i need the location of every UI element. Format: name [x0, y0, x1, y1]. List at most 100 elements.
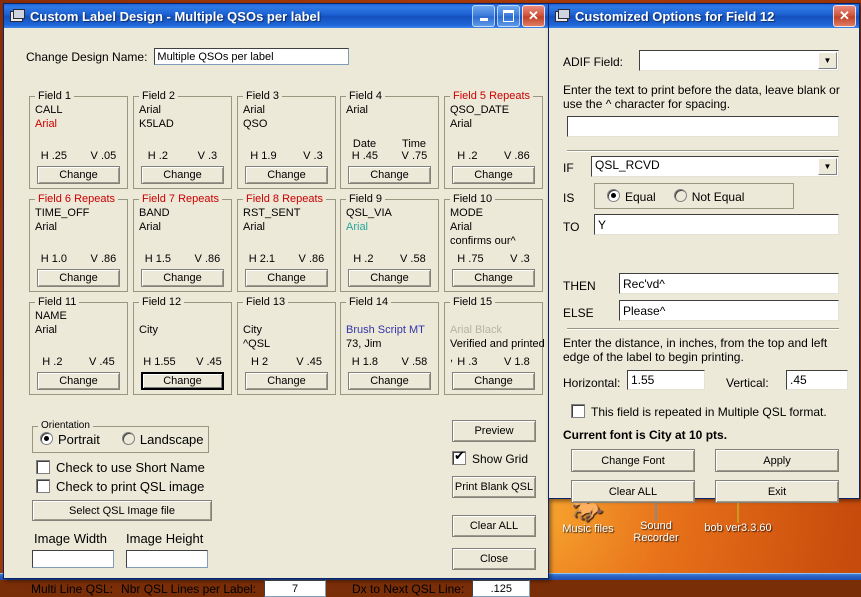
- checkbox-checked-icon: [452, 449, 466, 465]
- field-vertical-value: V .86: [194, 253, 221, 265]
- field-group-4: Field 4 Arial Date Time H .45 V .75 Change: [340, 90, 439, 189]
- radio-equal[interactable]: Equal: [607, 188, 656, 204]
- exit-button[interactable]: Exit: [715, 480, 839, 503]
- field-horizontal-value: H 1.8: [351, 356, 379, 368]
- qsl-image-checkbox[interactable]: Check to print QSL image: [36, 479, 204, 494]
- field-change-button-8[interactable]: Change: [245, 269, 328, 287]
- dx-input[interactable]: [472, 580, 531, 597]
- field-position-values: H 1.5 V .86: [133, 253, 232, 265]
- field-change-button-3[interactable]: Change: [245, 166, 328, 184]
- field-horizontal-value: H .2: [353, 253, 374, 265]
- desktop-icon-label: Sound Recorder: [633, 520, 679, 544]
- short-name-checkbox[interactable]: Check to use Short Name: [36, 460, 205, 475]
- field-change-button-1[interactable]: Change: [37, 166, 120, 184]
- field-position-values: H 2 V .45: [237, 356, 336, 368]
- field-horizontal-value: H .2: [147, 150, 168, 162]
- design-name-input[interactable]: [154, 48, 350, 65]
- field-font-name: Brush Script MT: [346, 324, 425, 336]
- options-clear-all-button[interactable]: Clear ALL: [571, 480, 695, 503]
- options-titlebar[interactable]: Customized Options for Field 12 ✕: [549, 4, 859, 28]
- show-grid-checkbox[interactable]: Show Grid: [452, 449, 528, 466]
- field-position-values: H 1.55 V .45: [133, 356, 232, 368]
- field-adif-name: QSO_DATE: [450, 104, 510, 116]
- radio-portrait-label: Portrait: [58, 432, 100, 447]
- print-blank-qsl-button[interactable]: Print Blank QSL: [452, 476, 536, 498]
- field-adif-name: Arial: [346, 104, 369, 116]
- field-vertical-value: V .45: [296, 356, 322, 368]
- field-group-9: Field 9 QSL_VIA Arial H .2 V .58 Change: [340, 193, 439, 292]
- field-vertical-value: V 1.8: [504, 356, 530, 368]
- radio-portrait[interactable]: Portrait: [40, 432, 100, 447]
- chevron-down-icon[interactable]: ▼: [818, 158, 837, 175]
- field-prefix-text: Verified and printed: [450, 338, 545, 350]
- field-adif-name: BAND: [139, 207, 170, 219]
- field-group-7: Field 7 Repeats BAND Arial H 1.5 V .86 Change: [133, 193, 232, 292]
- apply-button[interactable]: Apply: [715, 449, 839, 472]
- image-height-input[interactable]: [126, 550, 208, 568]
- repeat-field-checkbox[interactable]: This field is repeated in Multiple QSL f…: [571, 404, 827, 419]
- image-width-input[interactable]: [32, 550, 114, 568]
- field-horizontal-value: H .2: [42, 356, 63, 368]
- chevron-down-icon[interactable]: ▼: [818, 52, 837, 69]
- preview-button[interactable]: Preview: [452, 420, 536, 442]
- field-vertical-value: V .75: [401, 150, 428, 162]
- field-font-name: Arial: [139, 221, 162, 233]
- if-field-combo[interactable]: QSL_RCVD ▼: [591, 156, 839, 177]
- field-group-15: Field 15 Arial Black Verified and printed…: [444, 296, 545, 395]
- field-change-button-10[interactable]: Change: [452, 269, 535, 287]
- field-group-12: Field 12 City H 1.55 V .45 Change: [133, 296, 232, 395]
- field-position-values: H 1.0 V .86: [29, 253, 128, 265]
- field-change-button-2[interactable]: Change: [141, 166, 224, 184]
- radio-landscape[interactable]: Landscape: [121, 432, 204, 447]
- desktop-icon-label: bob ver3.3.60: [704, 522, 772, 534]
- field-change-button-7[interactable]: Change: [141, 269, 224, 287]
- checkbox-icon: [36, 479, 50, 493]
- close-dialog-button[interactable]: Close: [452, 548, 536, 570]
- field-change-button-6[interactable]: Change: [37, 269, 120, 287]
- field-change-button-12[interactable]: Change: [141, 372, 224, 390]
- radio-not-equal-label: Not Equal: [691, 189, 745, 204]
- field-vertical-value: V .05: [90, 150, 117, 162]
- field-group-legend: Field 10: [450, 193, 496, 205]
- field-font-name: Arial: [450, 118, 473, 130]
- field-change-button-14[interactable]: Change: [348, 372, 431, 390]
- vertical-input[interactable]: [786, 370, 848, 390]
- maximize-button[interactable]: [497, 5, 520, 27]
- then-value-input[interactable]: [619, 273, 839, 294]
- field-vertical-value: V .86: [298, 253, 325, 265]
- qsl-image-label: Check to print QSL image: [56, 479, 205, 494]
- field-font-name: City: [243, 324, 262, 336]
- field-group-legend: Field 9: [346, 193, 386, 205]
- distance-help-text: Enter the distance, in inches, from the …: [563, 336, 828, 364]
- main-titlebar[interactable]: Custom Label Design - Multiple QSOs per …: [4, 4, 548, 28]
- nbr-lines-input[interactable]: [264, 580, 327, 597]
- field-group-6: Field 6 Repeats TIME_OFF Arial H 1.0 V .86 Ch…: [29, 193, 128, 292]
- field-change-button-15[interactable]: Change: [452, 372, 535, 390]
- clear-all-button[interactable]: Clear ALL: [452, 515, 536, 537]
- field-change-button-9[interactable]: Change: [348, 269, 431, 287]
- select-qsl-image-button[interactable]: Select QSL Image file: [32, 500, 212, 521]
- prefix-text-input[interactable]: [567, 116, 839, 137]
- field-group-legend: Field 4: [346, 90, 386, 102]
- radio-not-equal[interactable]: Not Equal: [673, 188, 745, 204]
- change-font-button[interactable]: Change Font: [571, 449, 695, 472]
- field-group-legend: Field 11: [35, 296, 80, 308]
- adif-field-combo[interactable]: ▼: [639, 50, 839, 71]
- field-change-button-5[interactable]: Change: [452, 166, 535, 184]
- field-horizontal-value: H .75: [457, 253, 484, 265]
- else-value-input[interactable]: [619, 300, 839, 321]
- field-change-button-11[interactable]: Change: [37, 372, 120, 390]
- field-group-legend: Field 15: [450, 296, 496, 308]
- window-app-icon: [554, 9, 570, 23]
- field-change-button-13[interactable]: Change: [245, 372, 328, 390]
- horizontal-input[interactable]: [627, 370, 705, 390]
- close-button[interactable]: ✕: [522, 5, 545, 27]
- to-value-input[interactable]: [594, 214, 839, 235]
- field-change-button-4[interactable]: Change: [348, 166, 431, 184]
- main-window-title: Custom Label Design - Multiple QSOs per …: [30, 8, 321, 24]
- field-adif-name: QSL_VIA: [346, 207, 392, 219]
- field-horizontal-value: H 1.5: [144, 253, 172, 265]
- minimize-button[interactable]: [472, 5, 495, 27]
- options-close-button[interactable]: ✕: [833, 5, 856, 27]
- multi-line-row: Multi Line QSL: Nbr QSL Lines per Label:…: [31, 580, 531, 597]
